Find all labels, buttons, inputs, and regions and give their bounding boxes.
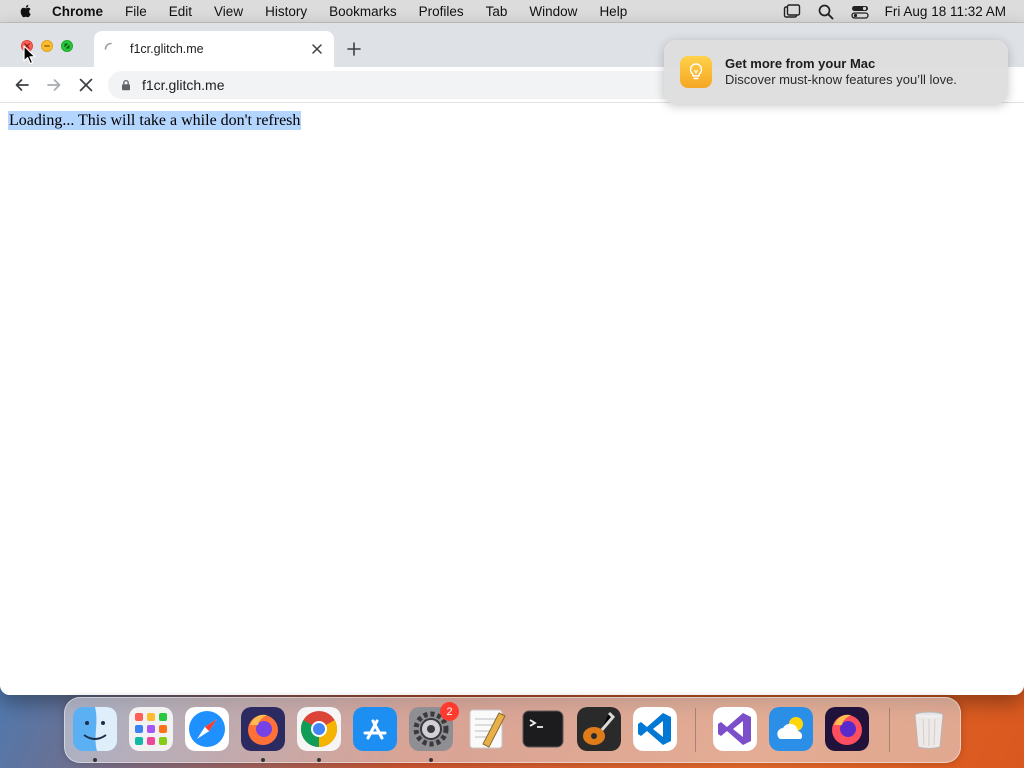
notification-texts: Get more from your Mac Discover must-kno…: [725, 56, 957, 88]
lightbulb-icon: [689, 63, 703, 80]
menu-app-name[interactable]: Chrome: [52, 4, 103, 19]
tab-close-button[interactable]: [308, 40, 326, 58]
visual-studio-icon[interactable]: [713, 707, 757, 751]
terminal-icon[interactable]: [521, 707, 565, 751]
forward-button[interactable]: [43, 74, 65, 96]
menu-bookmarks[interactable]: Bookmarks: [329, 4, 397, 19]
plus-icon: [347, 42, 361, 56]
app-store-icon[interactable]: [353, 707, 397, 751]
finder-icon[interactable]: [73, 707, 117, 751]
weather-icon[interactable]: [769, 707, 813, 751]
menu-bar-clock[interactable]: Fri Aug 18 11:32 AM: [885, 4, 1006, 19]
address-bar-url[interactable]: f1cr.glitch.me: [142, 77, 224, 93]
tab-active[interactable]: f1cr.glitch.me: [94, 31, 334, 67]
spotlight-search-icon[interactable]: [817, 3, 835, 21]
dock-separator: [695, 708, 696, 752]
system-settings-running-indicator: [429, 758, 433, 762]
safari-icon[interactable]: [185, 707, 229, 751]
screen-mirroring-icon[interactable]: [783, 3, 801, 21]
address-bar[interactable]: f1cr.glitch.me: [108, 71, 708, 99]
menu-help[interactable]: Help: [599, 4, 627, 19]
tab-loading-spinner-icon: [104, 42, 112, 50]
firefox-icon[interactable]: [241, 707, 285, 751]
notification-body: Discover must-know features you’ll love.: [725, 72, 957, 87]
menu-bar: Chrome File Edit View History Bookmarks …: [0, 0, 1024, 23]
firefox-developer-icon[interactable]: [825, 707, 869, 751]
chrome-running-indicator: [317, 758, 321, 762]
menu-history[interactable]: History: [265, 4, 307, 19]
fullscreen-icon: [64, 43, 70, 49]
menu-file[interactable]: File: [125, 4, 147, 19]
tips-notification[interactable]: Get more from your Mac Discover must-kno…: [664, 40, 1008, 104]
mouse-cursor-icon: [23, 45, 36, 65]
lock-icon[interactable]: [120, 79, 132, 91]
arrow-left-icon: [15, 79, 29, 91]
textedit-icon[interactable]: [465, 707, 509, 751]
control-center-icon[interactable]: [851, 3, 869, 21]
page-content: Loading... This will take a while don't …: [0, 103, 1024, 695]
dock-separator-trash: [889, 708, 890, 752]
menu-window[interactable]: Window: [529, 4, 577, 19]
minimize-icon: [44, 45, 50, 47]
chrome-icon[interactable]: [297, 707, 341, 751]
back-button[interactable]: [11, 74, 33, 96]
notification-title: Get more from your Mac: [725, 56, 876, 71]
menu-tab[interactable]: Tab: [486, 4, 508, 19]
system-settings-badge: 2: [440, 702, 459, 721]
menu-view[interactable]: View: [214, 4, 243, 19]
new-tab-button[interactable]: [344, 39, 364, 59]
menu-edit[interactable]: Edit: [169, 4, 192, 19]
menu-bar-status-area: Fri Aug 18 11:32 AM: [767, 0, 1006, 23]
trash-icon[interactable]: [907, 707, 951, 751]
stop-loading-button[interactable]: [75, 74, 97, 96]
finder-running-indicator: [93, 758, 97, 762]
window-zoom-button[interactable]: [61, 40, 73, 52]
close-icon: [312, 44, 322, 54]
page-loading-message[interactable]: Loading... This will take a while don't …: [8, 111, 302, 130]
garageband-icon[interactable]: [577, 707, 621, 751]
arrow-right-icon: [47, 79, 61, 91]
window-minimize-button[interactable]: [41, 40, 53, 52]
stop-x-icon: [79, 78, 93, 92]
firefox-running-indicator: [261, 758, 265, 762]
dock: [64, 697, 961, 763]
apple-icon[interactable]: [18, 3, 34, 19]
tips-app-icon: [680, 56, 712, 88]
vscode-icon[interactable]: [633, 707, 677, 751]
tab-title: f1cr.glitch.me: [130, 42, 204, 56]
launchpad-icon[interactable]: [129, 707, 173, 751]
browser-window: f1cr.glitch.me f1cr.glitch.me Loading...…: [0, 23, 1024, 695]
menu-profiles[interactable]: Profiles: [419, 4, 464, 19]
